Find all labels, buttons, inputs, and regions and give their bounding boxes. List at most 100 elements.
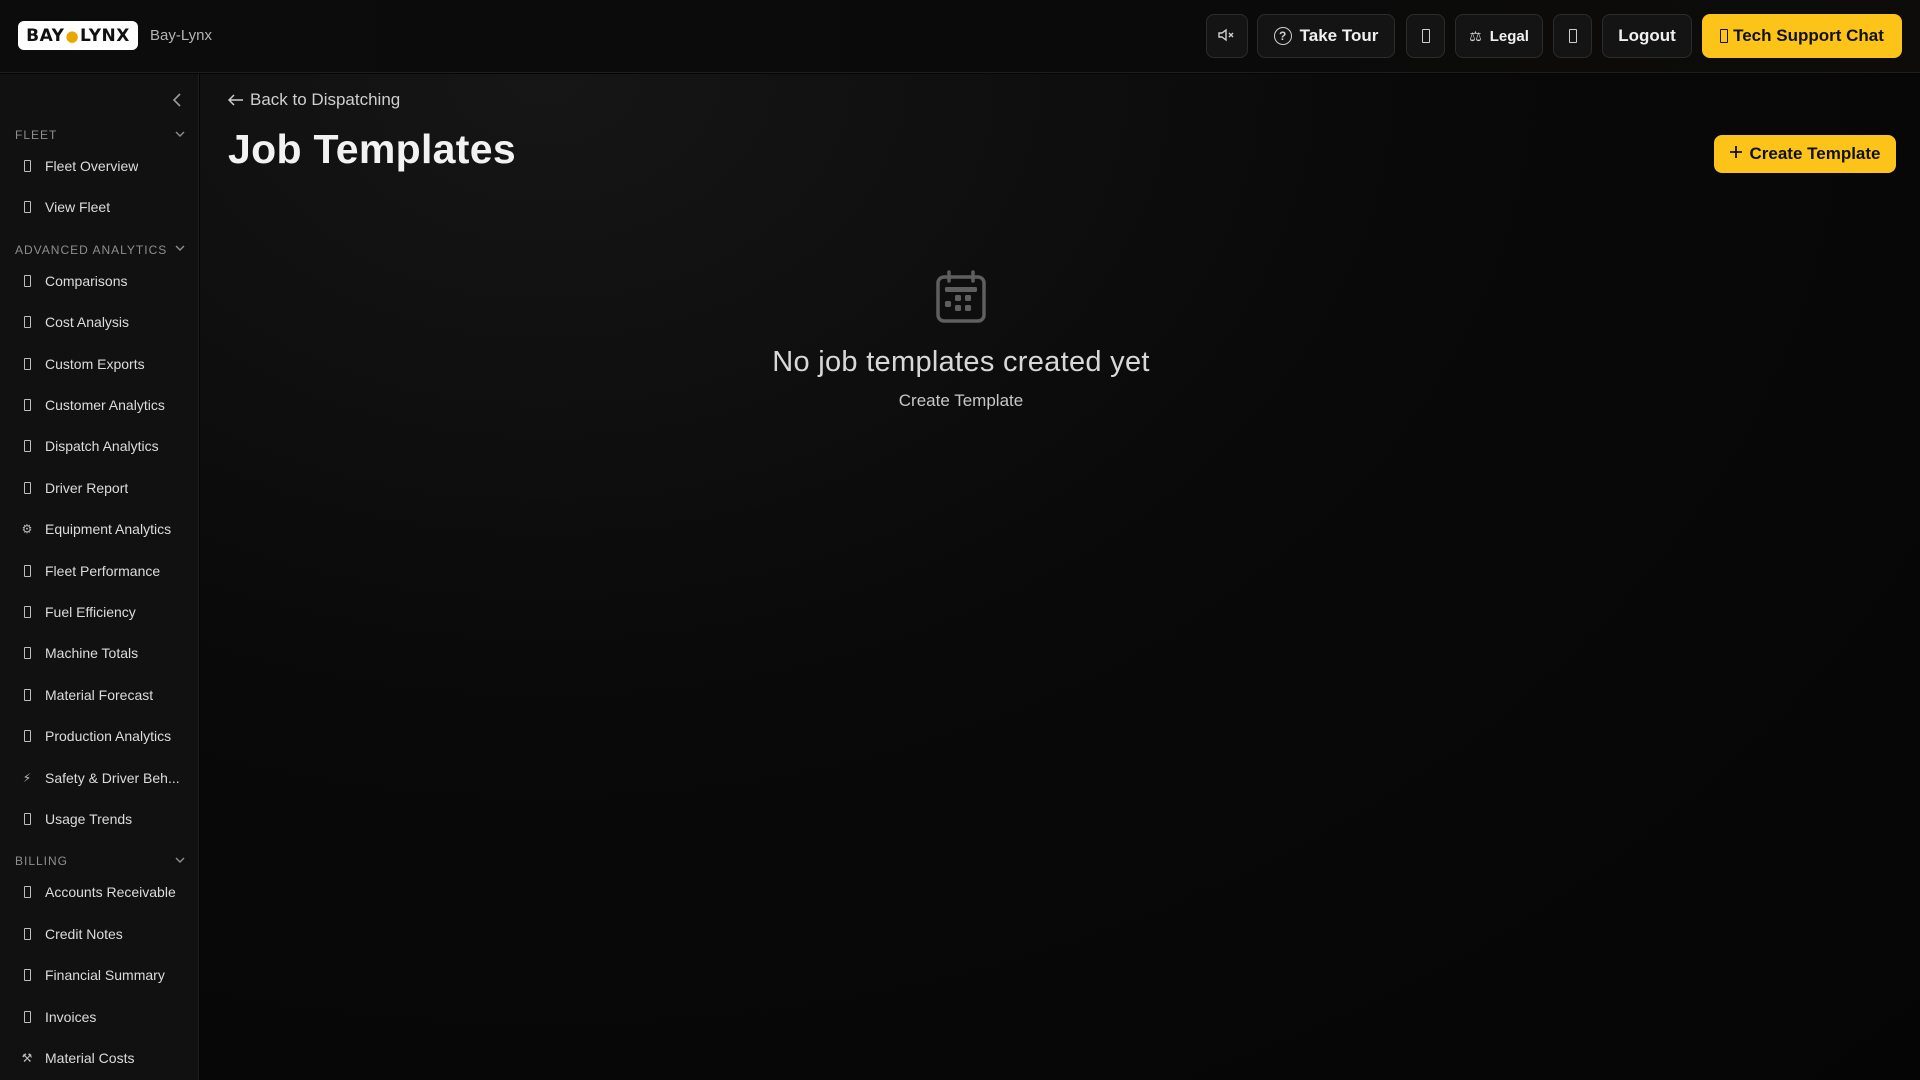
sidebar-item[interactable]: Invoices — [0, 1000, 198, 1034]
sidebar-item-label: Safety & Driver Beh... — [45, 769, 180, 786]
lynx-icon: ● — [65, 26, 80, 45]
sidebar-item-label: Cost Analysis — [45, 314, 130, 331]
chevron-down-icon — [175, 130, 185, 141]
sidebar-item[interactable]: Fuel Efficiency — [0, 595, 198, 629]
notifications-button[interactable] — [1406, 14, 1445, 58]
document-icon — [22, 481, 32, 494]
sidebar-item[interactable]: Customer Analytics — [0, 388, 198, 422]
sidebar-item-label: Equipment Analytics — [45, 521, 172, 538]
collapse-sidebar-button[interactable] — [170, 92, 186, 108]
document-icon — [22, 201, 32, 214]
sidebar-section-title: ADVANCED ANALYTICS — [15, 242, 168, 257]
legal-label: Legal — [1489, 27, 1529, 45]
sidebar-item-label: Accounts Receivable — [45, 884, 176, 901]
sidebar-item-label: Material Costs — [45, 1050, 135, 1066]
sidebar-item[interactable]: Financial Summary — [0, 958, 198, 992]
document-icon — [22, 813, 32, 825]
scale-icon: ⚖ — [1469, 27, 1482, 44]
sidebar: FLEET Fleet Overview View Fleet ADVANCED AN… — [0, 74, 199, 1080]
sidebar-item[interactable]: Credit Notes — [0, 917, 198, 951]
empty-state-title: No job templates created yet — [772, 346, 1150, 378]
document-icon — [22, 927, 32, 940]
document-icon — [22, 564, 32, 577]
sidebar-section-0[interactable]: FLEET — [15, 126, 185, 144]
sidebar-section-title: BILLING — [15, 854, 69, 869]
sidebar-item[interactable]: Comparisons — [0, 264, 198, 298]
back-to-dispatching-link[interactable]: Back to Dispatching — [228, 90, 400, 110]
sidebar-item[interactable]: Production Analytics — [0, 719, 198, 753]
document-icon — [22, 160, 32, 172]
document-icon — [22, 1010, 32, 1023]
sidebar-item-label: Dispatch Analytics — [45, 438, 159, 455]
sidebar-item-label: Fuel Efficiency — [45, 604, 136, 620]
document-icon — [22, 886, 32, 899]
tech-support-chat-button[interactable]: Tech Support Chat — [1702, 14, 1902, 58]
back-link-label: Back to Dispatching — [250, 90, 401, 109]
sidebar-item-label: Invoices — [45, 1008, 97, 1025]
sidebar-item[interactable]: Usage Trends — [0, 802, 198, 836]
sidebar-section-1[interactable]: ADVANCED ANALYTICS — [15, 241, 185, 259]
sidebar-item-label: Usage Trends — [45, 811, 133, 827]
document-icon — [22, 274, 32, 287]
sidebar-item[interactable]: ⚡ Safety & Driver Beh... — [0, 761, 198, 795]
take-tour-label: Take Tour — [1299, 26, 1379, 45]
sidebar-item[interactable]: Dispatch Analytics — [0, 429, 198, 463]
sidebar-item-label: Driver Report — [45, 479, 129, 496]
sidebar-section-title: FLEET — [15, 128, 58, 142]
chevron-left-icon — [172, 93, 181, 107]
create-template-label: Create Template — [1749, 144, 1881, 163]
sidebar-item[interactable]: Machine Totals — [0, 636, 198, 670]
sidebar-item-label: Fleet Overview — [45, 158, 139, 174]
sidebar-section-2[interactable]: BILLING — [15, 852, 185, 870]
sidebar-item[interactable]: ⚒ Material Costs — [0, 1041, 198, 1075]
top-bar: BAY ● LYNX Bay-Lynx ? Take Tour ⚖ Legal Lo… — [0, 0, 1920, 73]
bolt-icon: ⚡ — [22, 770, 32, 785]
app-logo[interactable]: BAY ● LYNX — [18, 21, 138, 50]
create-template-button[interactable]: Create Template — [1714, 135, 1896, 173]
document-icon — [22, 357, 32, 370]
document-icon — [22, 969, 32, 982]
sidebar-item-label: Credit Notes — [45, 925, 123, 942]
chevron-down-icon — [175, 856, 185, 867]
document-icon — [22, 647, 32, 660]
logo-text-right: LYNX — [80, 25, 130, 46]
settings-button[interactable] — [1553, 14, 1592, 58]
sidebar-item[interactable]: Custom Exports — [0, 347, 198, 381]
sidebar-item[interactable]: View Fleet — [0, 190, 198, 224]
legal-button[interactable]: ⚖ Legal — [1455, 14, 1543, 58]
page-title: Job Templates — [228, 126, 516, 172]
brand-name: Bay-Lynx — [150, 27, 212, 44]
logout-label: Logout — [1618, 26, 1676, 45]
arrow-left-icon — [228, 94, 243, 106]
tech-support-label: Tech Support Chat — [1733, 26, 1884, 45]
mute-button[interactable] — [1206, 14, 1248, 58]
settings-icon — [1568, 29, 1577, 43]
hammer-icon: ⚒ — [21, 1051, 33, 1065]
document-icon — [22, 606, 32, 618]
sidebar-item-label: Production Analytics — [45, 728, 172, 745]
empty-state: No job templates created yet Create Temp… — [200, 270, 1722, 411]
sidebar-item[interactable]: Driver Report — [0, 471, 198, 505]
document-icon — [22, 688, 32, 701]
help-icon: ? — [1273, 27, 1292, 45]
sidebar-item-label: Machine Totals — [45, 645, 139, 662]
sidebar-item-label: Financial Summary — [45, 967, 165, 984]
chat-icon — [1720, 29, 1729, 43]
sidebar-item[interactable]: Cost Analysis — [0, 305, 198, 339]
sidebar-item-label: Custom Exports — [45, 355, 145, 372]
empty-state-create-template-link[interactable]: Create Template — [899, 391, 1023, 411]
sidebar-item[interactable]: Fleet Performance — [0, 554, 198, 588]
document-icon — [22, 730, 32, 743]
chevron-down-icon — [175, 244, 185, 255]
document-icon — [22, 316, 32, 329]
sidebar-item[interactable]: ⚙ Equipment Analytics — [0, 512, 198, 546]
sidebar-item[interactable]: Fleet Overview — [0, 149, 198, 183]
sidebar-item[interactable]: Material Forecast — [0, 678, 198, 712]
sidebar-item-label: Material Forecast — [45, 686, 154, 703]
take-tour-button[interactable]: ? Take Tour — [1257, 14, 1395, 58]
sidebar-item[interactable]: Accounts Receivable — [0, 875, 198, 909]
logout-button[interactable]: Logout — [1602, 14, 1692, 58]
sidebar-item-label: View Fleet — [45, 199, 111, 216]
sidebar-item-label: Fleet Performance — [45, 562, 161, 579]
calendar-icon — [936, 270, 986, 323]
